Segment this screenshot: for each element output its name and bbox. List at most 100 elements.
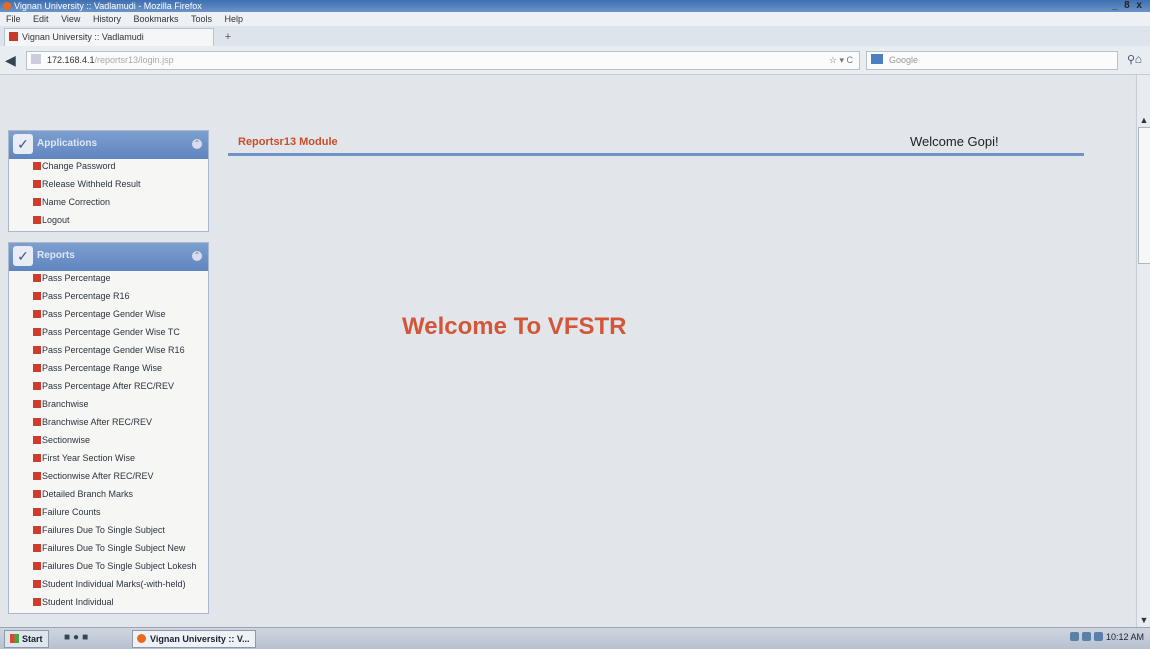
sidebar-item-report[interactable]: Pass Percentage Gender Wise TC — [9, 325, 208, 343]
bullet-icon — [33, 526, 41, 534]
network-icon[interactable] — [1069, 632, 1079, 641]
sidebar-item-report[interactable]: Failures Due To Single Subject New — [9, 541, 208, 559]
tab-strip: Vignan University :: Vadlamudi + — [0, 26, 1150, 46]
sidebar-item-label: Failures Due To Single Subject — [42, 525, 165, 535]
sidebar-item-label: Sectionwise — [42, 435, 91, 445]
sidebar-item-label: Branchwise — [42, 399, 89, 409]
taskbar: Start ■●■ Vignan University :: V... 10:1… — [0, 627, 1150, 649]
sidebar-item-release-withheld[interactable]: Release Withheld Result — [9, 177, 208, 195]
sidebar-item-label: First Year Section Wise — [42, 453, 136, 463]
start-button[interactable]: Start — [4, 630, 49, 648]
menu-file[interactable]: File — [6, 14, 21, 24]
address-bar[interactable]: 172.168.4.1/reportsr13/login.jsp ☆ ▾ C — [26, 51, 860, 70]
url-host: 172.168.4.1 — [47, 55, 95, 65]
sidebar-item-report[interactable]: Branchwise — [9, 397, 208, 415]
new-tab-button[interactable]: + — [220, 30, 236, 44]
scroll-thumb[interactable] — [1138, 127, 1150, 264]
scroll-up-icon[interactable]: ▲ — [1139, 115, 1149, 125]
reload-icon[interactable]: ☆ ▾ C — [829, 52, 853, 69]
sidebar-item-report[interactable]: Pass Percentage Gender Wise R16 — [9, 343, 208, 361]
bullet-icon — [33, 490, 41, 498]
bullet-icon — [33, 580, 41, 588]
clock[interactable]: 10:12 AM — [1106, 632, 1144, 642]
sidebar-item-label: Release Withheld Result — [42, 179, 141, 189]
notification-icon[interactable] — [1093, 632, 1103, 641]
sidebar-item-label: Failure Counts — [42, 507, 101, 517]
window-title: Vignan University :: Vadlamudi - Mozilla… — [14, 1, 202, 11]
back-arrow-icon[interactable]: ◀ — [5, 52, 21, 68]
menu-help[interactable]: Help — [225, 14, 244, 24]
checklist-icon: ✓ — [13, 134, 33, 154]
sidebar-item-report[interactable]: Student Individual Marks(-with-held) — [9, 577, 208, 595]
sidebar-item-name-correction[interactable]: Name Correction — [9, 195, 208, 213]
bullet-icon — [33, 162, 41, 170]
sidebar-item-report[interactable]: Pass Percentage After REC/REV — [9, 379, 208, 397]
menu-view[interactable]: View — [61, 14, 80, 24]
sidebar-item-logout[interactable]: Logout — [9, 213, 208, 231]
volume-icon[interactable] — [1081, 632, 1091, 641]
scroll-down-icon[interactable]: ▼ — [1139, 615, 1149, 625]
sidebar-item-label: Branchwise After REC/REV — [42, 417, 153, 427]
menu-bookmarks[interactable]: Bookmarks — [133, 14, 178, 24]
bullet-icon — [33, 400, 41, 408]
sidebar-item-report[interactable]: Student Individual — [9, 595, 208, 613]
sidebar-item-report[interactable]: Pass Percentage R16 — [9, 289, 208, 307]
sidebar-item-label: Failures Due To Single Subject Lokesh — [42, 561, 197, 571]
sidebar-item-report[interactable]: Sectionwise — [9, 433, 208, 451]
reports-title: Reports — [37, 250, 75, 261]
bullet-icon — [33, 292, 41, 300]
sidebar-item-report[interactable]: Pass Percentage Gender Wise — [9, 307, 208, 325]
quick-launch-icons[interactable]: ■●■ — [64, 632, 91, 643]
bullet-icon — [33, 274, 41, 282]
applications-panel-header[interactable]: ✓ Applications ⌃ — [9, 131, 208, 159]
window-controls[interactable]: _ 8 x — [1112, 0, 1144, 12]
bullet-icon — [33, 328, 41, 336]
sidebar-item-label: Sectionwise After REC/REV — [42, 471, 154, 481]
welcome-user-text: Welcome Gopi! — [910, 134, 999, 149]
menu-tools[interactable]: Tools — [191, 14, 212, 24]
sidebar-item-report[interactable]: Branchwise After REC/REV — [9, 415, 208, 433]
sidebar-item-label: Pass Percentage After REC/REV — [42, 381, 175, 391]
taskbar-window-button[interactable]: Vignan University :: V... — [132, 630, 256, 648]
bullet-icon — [33, 382, 41, 390]
bullet-icon — [33, 364, 41, 372]
bullet-icon — [33, 418, 41, 426]
home-icon[interactable]: ⌂ — [1135, 52, 1142, 66]
page-scrollbar[interactable]: ▲ ▼ — [1136, 75, 1150, 627]
browser-tab[interactable]: Vignan University :: Vadlamudi — [4, 28, 214, 46]
firefox-icon — [137, 634, 146, 643]
sidebar-item-report[interactable]: Failures Due To Single Subject Lokesh — [9, 559, 208, 577]
menu-edit[interactable]: Edit — [33, 14, 49, 24]
site-identity-icon — [31, 54, 41, 64]
search-input[interactable]: Google ⚲ — [866, 51, 1135, 70]
sidebar-item-report[interactable]: First Year Section Wise — [9, 451, 208, 469]
bullet-icon — [33, 598, 41, 606]
sidebar-item-report[interactable]: Sectionwise After REC/REV — [9, 469, 208, 487]
sidebar-item-report[interactable]: Pass Percentage — [9, 271, 208, 289]
welcome-heading: Welcome To VFSTR — [402, 313, 627, 340]
collapse-icon[interactable]: ⌃ — [192, 251, 202, 261]
menu-history[interactable]: History — [93, 14, 121, 24]
collapse-icon[interactable]: ⌃ — [192, 139, 202, 149]
reports-panel-header[interactable]: ✓ Reports ⌃ — [9, 243, 208, 271]
bullet-icon — [33, 562, 41, 570]
sidebar-item-label: Pass Percentage Gender Wise — [42, 309, 166, 319]
system-tray: 10:12 AM — [1069, 632, 1144, 642]
content-header: Reportsr13 Module Welcome Gopi! — [228, 130, 1084, 156]
sidebar-item-report[interactable]: Failure Counts — [9, 505, 208, 523]
sidebar-item-change-password[interactable]: Change Password — [9, 159, 208, 177]
site-favicon-icon — [9, 32, 18, 41]
sidebar-item-report[interactable]: Pass Percentage Range Wise — [9, 361, 208, 379]
start-label: Start — [22, 634, 43, 644]
sidebar-item-report[interactable]: Failures Due To Single Subject — [9, 523, 208, 541]
google-icon — [871, 54, 883, 64]
reports-panel: ✓ Reports ⌃ Pass Percentage Pass Percent… — [8, 242, 209, 614]
sidebar-item-label: Student Individual — [42, 597, 114, 607]
sidebar-item-label: Pass Percentage — [42, 273, 111, 283]
sidebar-item-label: Failures Due To Single Subject New — [42, 543, 186, 553]
navigation-bar: ◀ 172.168.4.1/reportsr13/login.jsp ☆ ▾ C… — [0, 46, 1150, 75]
checklist-icon: ✓ — [13, 246, 33, 266]
sidebar-item-label: Logout — [42, 215, 70, 225]
bullet-icon — [33, 198, 41, 206]
sidebar-item-report[interactable]: Detailed Branch Marks — [9, 487, 208, 505]
